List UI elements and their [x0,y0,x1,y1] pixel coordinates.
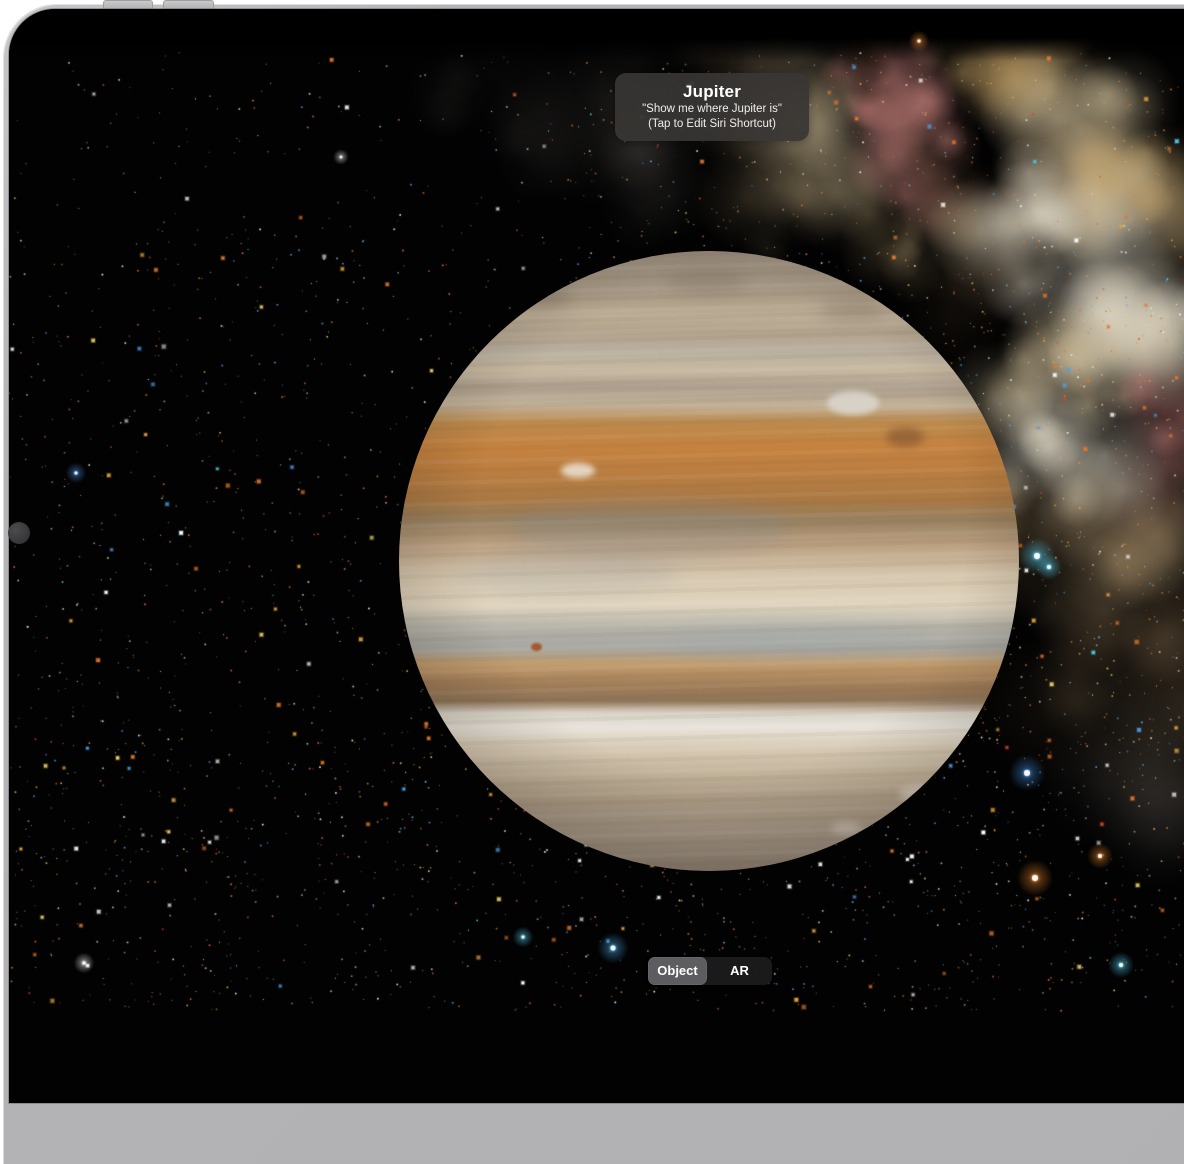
view-mode-switcher[interactable]: Object AR [648,957,772,985]
south-storm-oval [831,821,861,835]
segment-ar[interactable]: AR [707,957,772,985]
red-spot-storm [886,427,924,447]
tooltip-subtitle-line2: (Tap to Edit Siri Shortcut) [621,117,803,132]
polar-mottle [667,269,747,293]
cloud-wisp [459,551,679,595]
white-storm-oval [827,391,879,415]
polar-mottle [511,283,571,309]
selection-tooltip[interactable]: Jupiter "Show me where Jupiter is" (Tap … [615,73,809,141]
front-camera-icon [8,522,30,544]
tooltip-title: Jupiter [621,81,803,102]
cloud-wisp [669,621,929,661]
cloud-wisp [509,499,789,559]
segment-object[interactable]: Object [648,957,707,985]
south-storm-oval [899,785,941,803]
white-storm-swirl [561,463,595,478]
jupiter-planet[interactable] [399,251,1019,871]
tooltip-subtitle-line1: "Show me where Jupiter is" [621,102,803,117]
polar-mottle [819,299,883,323]
small-orange-storm [531,643,542,651]
scene-viewport[interactable]: Jupiter "Show me where Jupiter is" (Tap … [9,9,1184,1103]
page-background: { "app": { "selection_tooltip": { "title… [0,0,1184,1008]
